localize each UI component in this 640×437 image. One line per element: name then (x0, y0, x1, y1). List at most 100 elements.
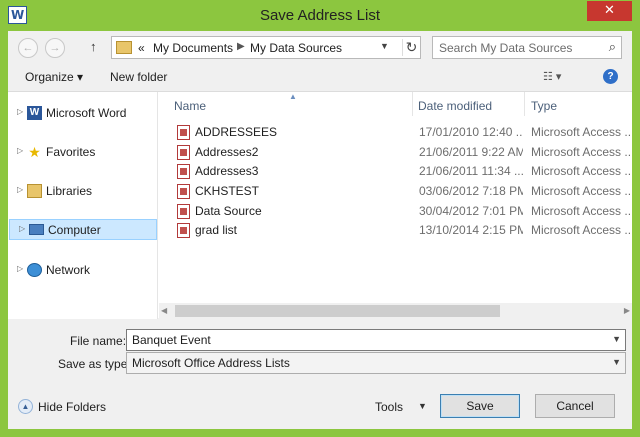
file-date: 21/06/2011 9:22 AM (419, 145, 523, 159)
nav-label: Libraries (46, 184, 93, 198)
new-folder-button[interactable]: New folder (110, 70, 167, 84)
horizontal-scrollbar[interactable]: ◀ ▶ (159, 303, 632, 319)
scrollbar-thumb[interactable] (175, 305, 500, 317)
save-as-type-select[interactable]: Microsoft Office Address Lists ▼ (126, 352, 626, 374)
file-date: 03/06/2012 7:18 PM (419, 184, 523, 198)
close-button[interactable]: ✕ (587, 1, 632, 21)
nav-label: Computer (48, 223, 101, 237)
file-name: grad list (195, 223, 238, 237)
back-button[interactable]: ← (18, 38, 38, 58)
scroll-left-icon[interactable]: ◀ (161, 306, 167, 315)
cancel-button[interactable]: Cancel (535, 394, 615, 418)
forward-button[interactable]: → (45, 38, 65, 58)
title-bar[interactable]: W Save Address List ✕ (0, 0, 640, 31)
access-file-icon (177, 184, 190, 199)
column-header-date[interactable]: Date modified (418, 99, 492, 113)
file-name-dropdown-icon[interactable]: ▼ (612, 334, 621, 344)
save-as-type-value: Microsoft Office Address Lists (132, 356, 290, 370)
column-divider[interactable] (412, 92, 413, 116)
libraries-icon (27, 184, 42, 198)
file-type: Microsoft Access ... (531, 164, 631, 178)
save-button[interactable]: Save (440, 394, 520, 418)
file-type: Microsoft Access ... (531, 184, 631, 198)
file-row[interactable]: CKHSTEST 03/06/2012 7:18 PM Microsoft Ac… (169, 182, 631, 201)
word-icon: W (27, 106, 42, 120)
file-type: Microsoft Access ... (531, 223, 631, 237)
change-view-icon[interactable]: ☷ ▾ (543, 70, 561, 83)
tools-button[interactable]: Tools (375, 400, 403, 414)
expand-arrow-icon[interactable]: ▷ (17, 107, 23, 116)
refresh-icon[interactable]: ↻ (402, 39, 420, 56)
file-date: 30/04/2012 7:01 PM (419, 204, 523, 218)
dialog-title: Save Address List (259, 7, 381, 24)
hide-folders-label: Hide Folders (38, 400, 107, 414)
nav-item-computer[interactable]: ▷ Computer (9, 219, 157, 240)
folder-icon (116, 41, 132, 54)
address-dropdown-icon[interactable]: ▼ (380, 41, 389, 51)
dialog-window: W Save Address List ✕ ← → ↑ « My Documen… (0, 0, 640, 437)
nav-item-microsoft-word[interactable]: ▷ W Microsoft Word (8, 103, 156, 124)
expand-arrow-icon[interactable]: ▷ (17, 264, 23, 273)
file-name-label: File name: (70, 334, 127, 348)
expand-arrow-icon[interactable]: ▷ (17, 185, 23, 194)
search-icon[interactable]: ⌕ (609, 39, 616, 55)
nav-item-libraries[interactable]: ▷ Libraries (8, 181, 156, 202)
file-type: Microsoft Access ... (531, 204, 631, 218)
nav-label: Network (46, 263, 91, 277)
search-placeholder: Search My Data Sources (439, 41, 573, 55)
file-date: 13/10/2014 2:15 PM (419, 223, 523, 237)
breadcrumb-separator-icon[interactable]: ▶ (237, 41, 245, 52)
collapse-up-icon: ▲ (18, 399, 33, 414)
computer-icon (29, 224, 44, 235)
file-name: CKHSTEST (195, 184, 260, 198)
nav-label: Favorites (46, 145, 96, 159)
file-row[interactable]: Addresses3 21/06/2011 11:34 ... Microsof… (169, 162, 631, 181)
column-header-type[interactable]: Type (531, 99, 557, 113)
file-row[interactable]: Addresses2 21/06/2011 9:22 AM Microsoft … (169, 143, 631, 162)
column-header-name[interactable]: Name (174, 99, 206, 113)
expand-arrow-icon[interactable]: ▷ (19, 224, 25, 233)
file-name-field[interactable]: Banquet Event ▼ (126, 329, 626, 351)
file-row[interactable]: grad list 13/10/2014 2:15 PM Microsoft A… (169, 221, 631, 240)
file-type: Microsoft Access ... (531, 125, 631, 139)
column-divider[interactable] (524, 92, 525, 116)
search-input[interactable]: Search My Data Sources ⌕ (432, 36, 622, 59)
nav-item-favorites[interactable]: ▷ ★ Favorites (8, 142, 156, 163)
address-bar[interactable]: « My Documents ▶ My Data Sources ▼ ↻ (111, 36, 421, 59)
navigation-pane: ▷ W Microsoft Word ▷ ★ Favorites ▷ Libra… (8, 92, 158, 319)
access-file-icon (177, 164, 190, 179)
sort-ascending-icon: ▲ (289, 92, 297, 101)
star-icon: ★ (28, 144, 41, 160)
nav-label: Microsoft Word (46, 106, 127, 120)
help-icon[interactable]: ? (603, 69, 618, 84)
expand-arrow-icon[interactable]: ▷ (17, 146, 23, 155)
file-list: ▲ Name Date modified Type ADDRESSEES 17/… (159, 92, 632, 319)
file-date: 17/01/2010 12:40 ... (419, 125, 523, 139)
save-as-type-label: Save as type: (58, 357, 131, 371)
breadcrumb-overflow[interactable]: « (138, 41, 145, 55)
access-file-icon (177, 125, 190, 140)
up-button[interactable]: ↑ (90, 39, 97, 54)
file-name: Addresses2 (195, 145, 259, 159)
nav-item-network[interactable]: ▷ Network (8, 260, 156, 281)
access-file-icon (177, 204, 190, 219)
network-icon (27, 263, 42, 277)
file-date: 21/06/2011 11:34 ... (419, 164, 523, 178)
breadcrumb-my-data-sources[interactable]: My Data Sources (250, 41, 342, 55)
command-toolbar: Organize ▾ New folder ☷ ▾ ? (8, 64, 632, 90)
tools-dropdown-icon[interactable]: ▼ (418, 401, 427, 411)
browser-panes: ▷ W Microsoft Word ▷ ★ Favorites ▷ Libra… (8, 91, 632, 319)
scroll-right-icon[interactable]: ▶ (624, 306, 630, 315)
access-file-icon (177, 223, 190, 238)
breadcrumb-my-documents[interactable]: My Documents (153, 41, 233, 55)
file-row[interactable]: Data Source 30/04/2012 7:01 PM Microsoft… (169, 202, 631, 221)
save-as-type-dropdown-icon[interactable]: ▼ (612, 357, 621, 367)
organize-button[interactable]: Organize ▾ (25, 70, 83, 84)
file-type: Microsoft Access ... (531, 145, 631, 159)
access-file-icon (177, 145, 190, 160)
file-name: Addresses3 (195, 164, 259, 178)
file-name: ADDRESSEES (195, 125, 278, 139)
dialog-client-area: ← → ↑ « My Documents ▶ My Data Sources ▼… (8, 31, 632, 429)
file-row[interactable]: ADDRESSEES 17/01/2010 12:40 ... Microsof… (169, 123, 631, 142)
file-name-value: Banquet Event (132, 333, 211, 347)
